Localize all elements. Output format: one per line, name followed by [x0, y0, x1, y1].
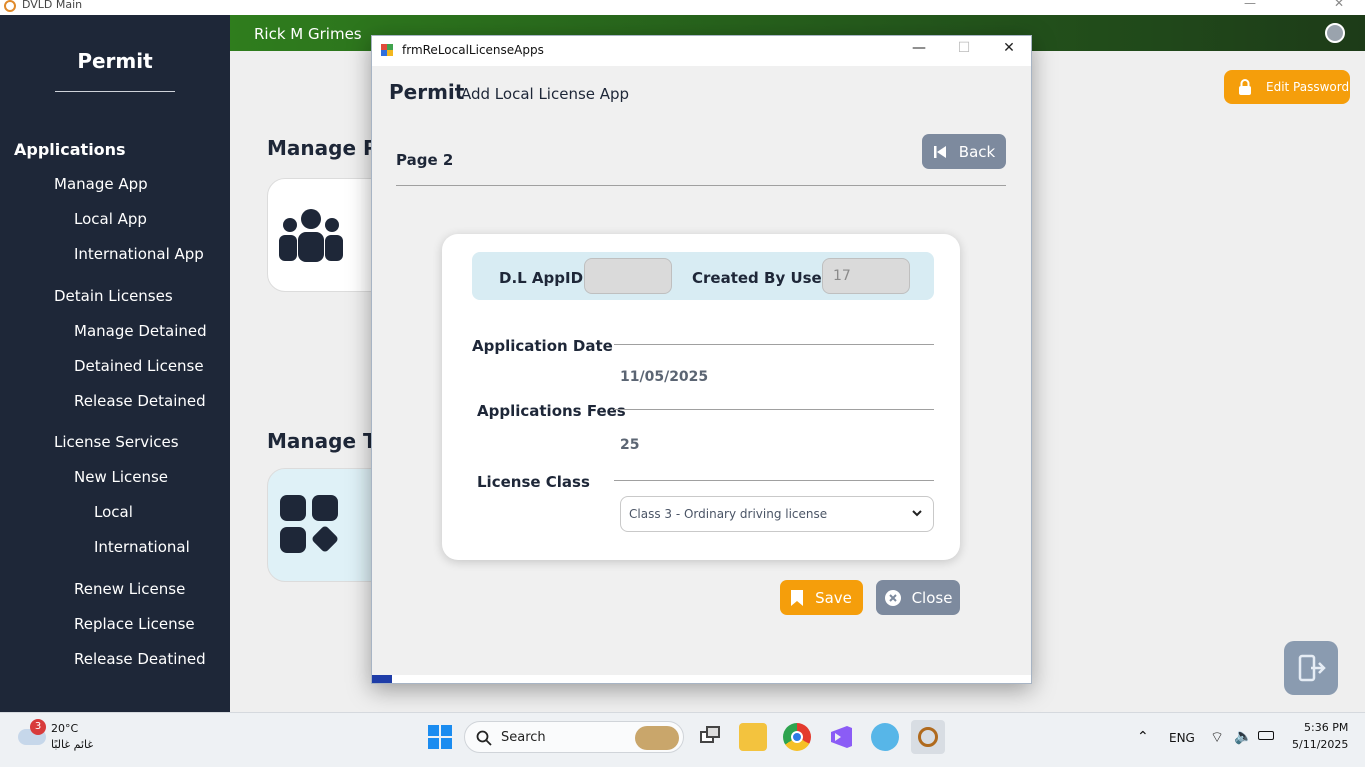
sidebar-item-release-detained[interactable]: Release Detained [74, 392, 206, 410]
main-window-titlebar: DVLD Main — ✕ [0, 0, 1365, 15]
application-fees-label: Applications Fees [477, 402, 626, 420]
header-divider [396, 185, 1006, 186]
lock-icon [1239, 79, 1251, 95]
search-icon [476, 730, 492, 746]
dvld-app-icon[interactable] [911, 720, 945, 754]
dialog-subheading: Add Local License App [461, 85, 630, 103]
save-button[interactable]: Save [780, 580, 863, 615]
chrome-icon[interactable] [783, 723, 811, 751]
license-class-selected: Class 3 - Ordinary driving license [629, 507, 828, 521]
app-icon [4, 0, 16, 12]
edit-password-button[interactable]: Edit Password [1224, 70, 1350, 104]
exit-door-icon [1298, 654, 1326, 682]
avatar[interactable] [1325, 23, 1345, 43]
file-explorer-icon[interactable] [739, 723, 767, 751]
volume-icon[interactable]: 🔈 [1234, 727, 1253, 745]
sidebar-item-new-license[interactable]: New License [74, 468, 168, 486]
divider [614, 344, 934, 345]
sidebar-item-manage-detained[interactable]: Manage Detained [74, 322, 207, 340]
application-date-label: Application Date [472, 337, 613, 355]
chevron-up-icon[interactable]: ⌃ [1137, 729, 1149, 745]
sidebar-item-local[interactable]: Local [94, 503, 133, 521]
edit-password-label: Edit Password [1266, 80, 1350, 94]
back-button[interactable]: Back [922, 134, 1006, 169]
people-icon [279, 209, 343, 262]
paint-icon[interactable] [871, 723, 899, 751]
sidebar-item-license-services[interactable]: License Services [54, 433, 179, 451]
sidebar-item-detain-licenses[interactable]: Detain Licenses [54, 287, 173, 305]
sidebar-item-detained-license[interactable]: Detained License [74, 357, 204, 375]
close-button[interactable]: Close [876, 580, 960, 615]
sidebar-divider [55, 91, 175, 92]
bookmark-icon [791, 589, 804, 606]
sidebar-item-renew-license[interactable]: Renew License [74, 580, 185, 598]
close-circle-icon [884, 589, 901, 606]
windows-start-icon[interactable] [428, 725, 452, 749]
status-indicator [372, 675, 392, 683]
section-title-manage-types: Manage Ty [267, 429, 388, 453]
dl-appid-label: D.L AppID [499, 269, 584, 287]
close-icon[interactable]: ✕ [1334, 0, 1344, 10]
created-by-label: Created By User [692, 269, 830, 287]
sidebar: Permit Applications Manage App Local App… [0, 15, 230, 712]
sidebar-item-international[interactable]: International [94, 538, 190, 556]
apps-grid-icon [280, 495, 338, 553]
sidebar-title: Permit [77, 49, 153, 73]
main-window-title: DVLD Main [22, 0, 83, 11]
dialog-bottom-strip [372, 675, 1031, 683]
wifi-icon[interactable]: ⌔ [1210, 728, 1224, 747]
visual-studio-icon[interactable] [827, 723, 855, 751]
application-form-card: D.L AppID Created By User 17 Application… [442, 234, 960, 560]
weather-badge: 3 [30, 719, 46, 735]
sidebar-item-local-app[interactable]: Local App [74, 210, 147, 228]
close-icon[interactable]: ✕ [994, 40, 1024, 62]
application-date-value: 11/05/2025 [620, 369, 709, 385]
minimize-icon[interactable]: — [1244, 0, 1256, 10]
license-class-label: License Class [477, 473, 590, 491]
divider [614, 409, 934, 410]
search-highlight-image [635, 726, 679, 750]
chevron-down-icon [912, 510, 922, 517]
weather-temp[interactable]: 20°C [51, 722, 78, 735]
divider [614, 480, 934, 481]
user-name: Rick M Grimes [254, 25, 362, 43]
skip-back-icon [933, 145, 946, 158]
maximize-icon[interactable]: ☐ [949, 40, 979, 62]
local-license-app-dialog: frmReLocalLicenseApps — ☐ ✕ Permit Add L… [371, 35, 1032, 684]
taskbar: 3 20°C غائم غالبًا Search ⌃ ENG ⌔ 🔈 5:36… [0, 712, 1365, 767]
taskbar-search[interactable]: Search [464, 721, 684, 753]
battery-icon[interactable] [1258, 731, 1274, 740]
sidebar-item-release-deatined[interactable]: Release Deatined [74, 650, 206, 668]
sidebar-item-international-app[interactable]: International App [74, 245, 204, 263]
clock-time[interactable]: 5:36 PM [1304, 721, 1348, 734]
form-icon [381, 44, 393, 56]
dialog-title: frmReLocalLicenseApps [402, 43, 544, 57]
task-view-icon[interactable] [696, 723, 724, 751]
created-by-field[interactable]: 17 [822, 258, 910, 294]
application-fees-value: 25 [620, 437, 640, 453]
dialog-titlebar: frmReLocalLicenseApps — ☐ ✕ [372, 36, 1031, 66]
save-label: Save [815, 588, 852, 607]
dl-appid-field[interactable] [584, 258, 672, 294]
weather-desc[interactable]: غائم غالبًا [51, 738, 93, 751]
language-indicator[interactable]: ENG [1169, 731, 1195, 745]
minimize-icon[interactable]: — [904, 40, 934, 62]
search-label: Search [501, 730, 546, 745]
sidebar-item-replace-license[interactable]: Replace License [74, 615, 195, 633]
clock-date[interactable]: 5/11/2025 [1292, 738, 1348, 751]
sidebar-item-manage-app[interactable]: Manage App [54, 175, 148, 193]
back-label: Back [958, 142, 996, 161]
sidebar-item-applications[interactable]: Applications [14, 140, 126, 159]
exit-button[interactable] [1284, 641, 1338, 695]
page-label: Page 2 [396, 151, 454, 169]
dialog-heading: Permit [389, 80, 465, 104]
close-label: Close [911, 588, 953, 607]
license-class-select[interactable]: Class 3 - Ordinary driving license [620, 496, 934, 532]
